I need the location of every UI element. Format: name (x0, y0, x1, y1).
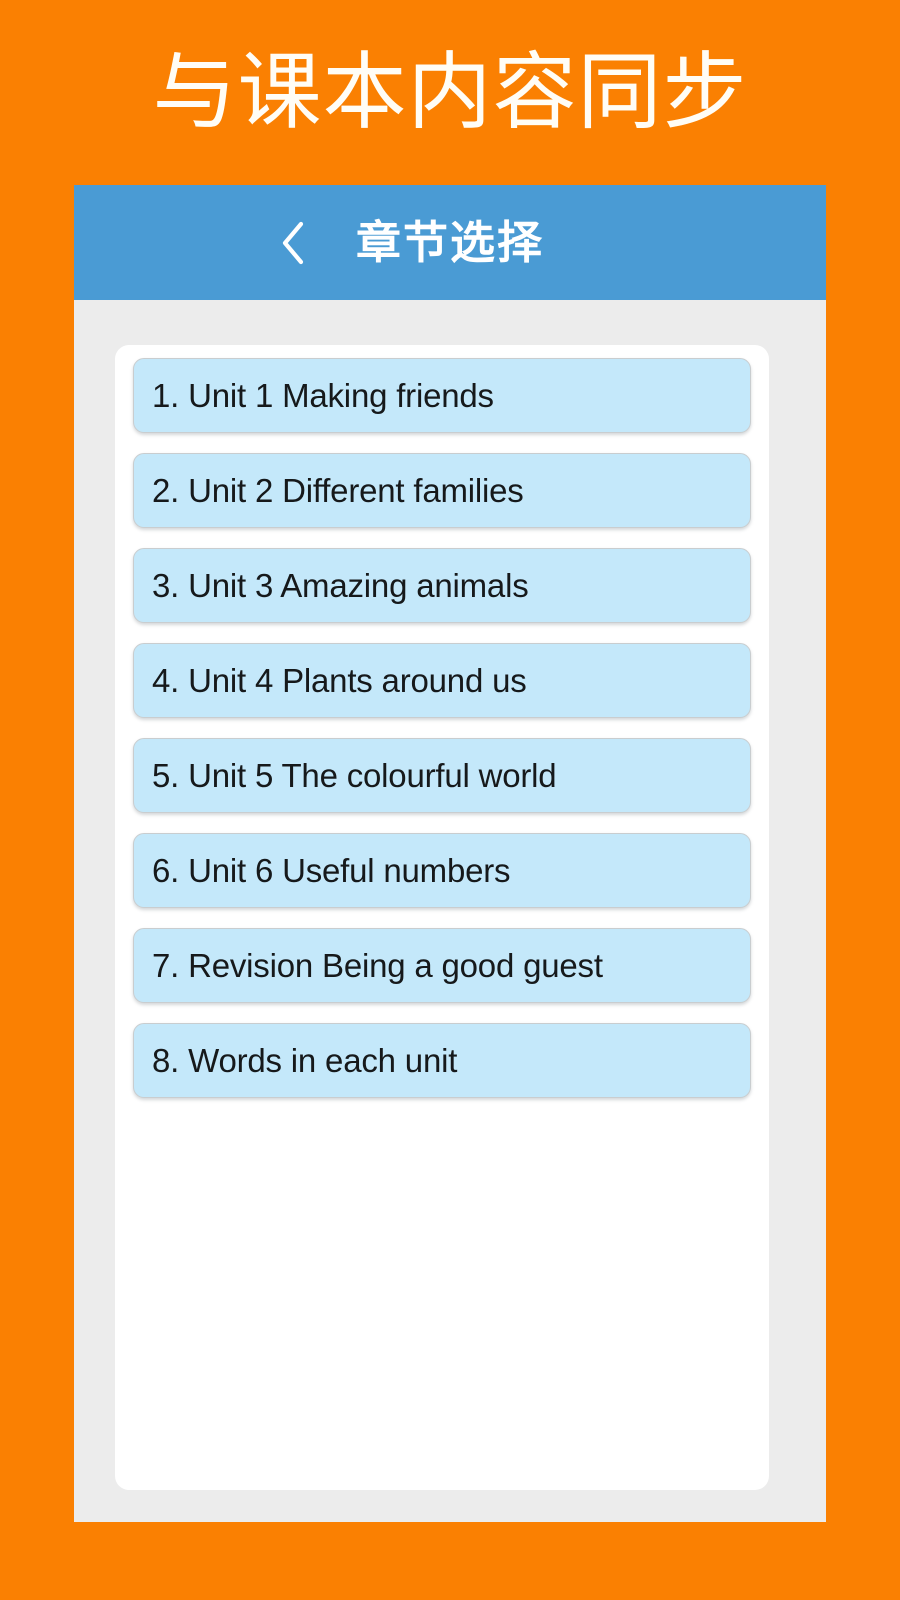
chapter-item-label: 3. Unit 3 Amazing animals (152, 566, 529, 604)
chapter-list-item[interactable]: 1. Unit 1 Making friends (133, 358, 751, 433)
chapter-list-item[interactable]: 4. Unit 4 Plants around us (133, 643, 751, 718)
chevron-left-icon[interactable] (276, 218, 310, 268)
promo-headline: 与课本内容同步 (152, 43, 748, 141)
page-title: 章节选择 (355, 215, 544, 269)
chapter-item-label: 1. Unit 1 Making friends (152, 376, 494, 414)
chapter-item-label: 5. Unit 5 The colourful world (152, 756, 557, 794)
chapter-list-item[interactable]: 5. Unit 5 The colourful world (133, 738, 751, 813)
chapter-item-label: 8. Words in each unit (152, 1041, 458, 1079)
chapter-item-label: 7. Revision Being a good guest (152, 946, 603, 984)
chapter-list-item[interactable]: 7. Revision Being a good guest (133, 928, 751, 1003)
chapter-item-label: 2. Unit 2 Different families (152, 471, 524, 509)
chapter-list-item[interactable]: 8. Words in each unit (133, 1023, 751, 1098)
chapter-list: 1. Unit 1 Making friends 2. Unit 2 Differ… (133, 358, 751, 1098)
content-card: 1. Unit 1 Making friends 2. Unit 2 Differ… (115, 345, 769, 1490)
chapter-item-label: 6. Unit 6 Useful numbers (152, 851, 511, 889)
chapter-list-item[interactable]: 6. Unit 6 Useful numbers (133, 833, 751, 908)
device-frame: 章节选择 1. Unit 1 Making friends 2. Unit 2 D… (74, 185, 826, 1522)
chapter-item-label: 4. Unit 4 Plants around us (152, 661, 527, 699)
chapter-list-item[interactable]: 2. Unit 2 Different families (133, 453, 751, 528)
app-top-bar: 章节选择 (74, 185, 826, 300)
chapter-list-item[interactable]: 3. Unit 3 Amazing animals (133, 548, 751, 623)
